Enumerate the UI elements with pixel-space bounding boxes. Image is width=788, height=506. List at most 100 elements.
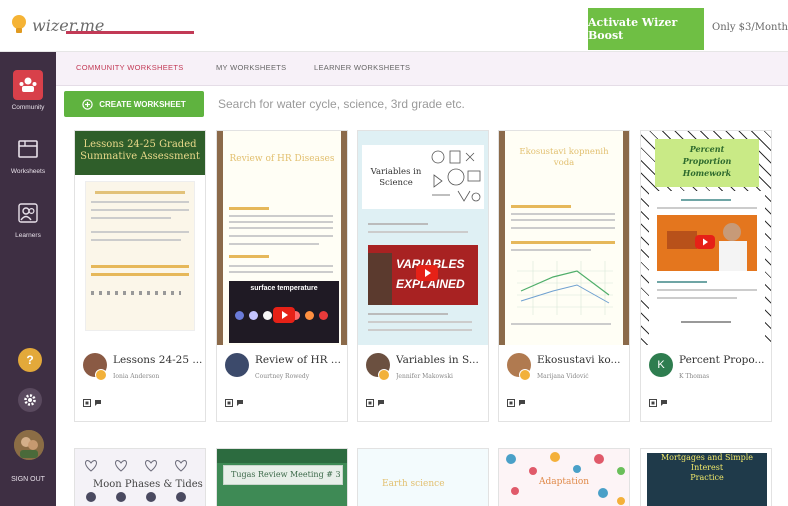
comments-icon[interactable] [95,399,103,407]
card-actions [83,399,103,407]
card-author[interactable]: Marijana Vidović [537,373,627,380]
card-title: Adaptation [539,477,590,487]
card-actions [649,399,669,407]
create-worksheet-button[interactable]: CREATE WORKSHEET [64,91,204,117]
card-author[interactable]: K Thomas [679,373,769,380]
community-icon [13,70,43,100]
plus-circle-icon [82,98,93,110]
comments-icon[interactable] [661,399,669,407]
card-actions [366,399,386,407]
card-info: Lessons 24-25 ... Ionia Anderson [75,345,205,421]
worksheet-card[interactable]: Moon Phases & Tides [74,448,206,506]
thumbnail-title-line2: Proportion [682,156,732,166]
card-title-line2: Interest [690,463,724,472]
worksheet-thumbnail[interactable]: Variables in Science VARIABLES EXPLAINED [358,131,488,345]
tab-learner-worksheets[interactable]: LEARNER WORKSHEETS [314,63,410,72]
sidebar-item-label: Community [11,104,45,111]
copy-icon[interactable] [83,399,91,407]
copy-icon[interactable] [507,399,515,407]
sidebar-item-label: Worksheets [10,168,46,175]
card-title[interactable]: Ekosustavi ko... [537,354,627,366]
worksheet-card[interactable]: Mortgages and Simple Interest Practice [640,448,772,506]
worksheet-card[interactable]: Tugas Review Meeting # 3 [216,448,348,506]
price-text: Only $3/Month! [712,22,788,33]
worksheet-card[interactable]: Adaptation [498,448,630,506]
worksheet-card[interactable]: Review of HR Diseases surface temperatur… [216,130,348,422]
play-icon[interactable] [416,265,438,281]
embedded-video[interactable] [657,215,757,271]
card-title[interactable]: Percent Propo... [679,354,769,366]
worksheets-icon [13,134,43,164]
card-title-line1: Mortgages and Simple [660,453,754,462]
card-title[interactable]: Review of HR ... [255,354,345,366]
tab-community-worksheets[interactable]: COMMUNITY WORKSHEETS [76,63,184,72]
sidebar-item-label: Learners [15,232,41,239]
worksheet-thumbnail[interactable]: Percent Proportion Homework [641,131,771,345]
author-badge-icon [378,369,390,381]
sidebar-item-community[interactable]: Community [0,70,56,111]
card-actions [507,399,527,407]
copy-icon[interactable] [225,399,233,407]
worksheet-tabs: COMMUNITY WORKSHEETS MY WORKSHEETS LEARN… [56,52,788,86]
tab-my-worksheets[interactable]: MY WORKSHEETS [216,63,286,72]
create-worksheet-label: CREATE WORKSHEET [99,99,186,109]
worksheet-card[interactable]: Earth science [357,448,489,506]
learners-icon [13,198,43,228]
worksheet-thumbnail[interactable]: Lessons 24-25 Graded Summative Assessmen… [75,131,205,345]
author-badge-icon [519,369,531,381]
help-button[interactable]: ? [18,348,42,372]
hearts-pattern-icon [85,460,187,502]
play-icon[interactable] [273,307,295,323]
comments-icon[interactable] [378,399,386,407]
sign-out-link[interactable]: SIGN OUT [0,476,56,483]
card-info: K Percent Propo... K Thomas [641,345,771,421]
gear-icon [24,394,36,406]
worksheet-thumbnail[interactable]: Review of HR Diseases surface temperatur… [217,131,347,345]
card-actions [225,399,245,407]
worksheet-card[interactable]: Lessons 24-25 Graded Summative Assessmen… [74,130,206,422]
settings-button[interactable] [18,388,42,412]
card-title: Moon Phases & Tides [91,479,205,490]
search-input[interactable] [210,91,780,117]
card-author[interactable]: Ionia Anderson [113,373,203,380]
activate-boost-button[interactable]: Activate Wizer Boost [588,8,704,50]
card-title: Tugas Review Meeting # 3 [231,470,341,479]
card-author[interactable]: Jennifer Makowski [396,373,486,380]
play-icon[interactable] [695,235,715,249]
sidebar-item-worksheets[interactable]: Worksheets [0,134,56,175]
author-avatar [225,353,249,377]
card-title[interactable]: Variables in S... [396,354,486,366]
comments-icon[interactable] [519,399,527,407]
comments-icon[interactable] [237,399,245,407]
card-title-line3: Practice [690,473,724,482]
embedded-video[interactable]: VARIABLES EXPLAINED [368,245,478,305]
worksheet-card[interactable]: Variables in Science VARIABLES EXPLAINED… [357,130,489,422]
worksheet-thumbnail[interactable]: Ekosustavi kopnenih voda [499,131,629,345]
worksheet-card[interactable]: Percent Proportion Homework K Percent Pr… [640,130,772,422]
thumbnail-title-line3: Homework [682,168,732,178]
author-badge-icon [95,369,107,381]
worksheet-card[interactable]: Ekosustavi kopnenih voda Ekosustavi ko..… [498,130,630,422]
thumbnail-title-line1: Percent [689,144,725,154]
sidebar: Community Worksheets Learners ? SIGN OUT [0,52,56,506]
card-title: Earth science [382,479,445,489]
author-avatar: K [649,353,673,377]
embedded-video[interactable]: surface temperature [229,281,339,343]
thumbnail-title: Variables in Science [370,167,422,188]
avatar-image-icon [14,430,44,460]
doodle-icon [431,150,481,202]
help-icon: ? [26,353,34,367]
card-info: Ekosustavi ko... Marijana Vidović [499,345,629,421]
card-author[interactable]: Courtney Rowedy [255,373,345,380]
card-title[interactable]: Lessons 24-25 ... [113,354,203,366]
card-info: Variables in S... Jennifer Makowski [358,345,488,421]
thumbnail-title: Lessons 24-25 Graded Summative Assessmen… [80,139,200,162]
line-chart-thumbnail [517,261,613,315]
lightbulb-icon [12,15,26,33]
sidebar-item-learners[interactable]: Learners [0,198,56,239]
thumbnail-title: Ekosustavi kopnenih voda [519,147,609,168]
video-title: surface temperature [250,285,318,292]
copy-icon[interactable] [366,399,374,407]
copy-icon[interactable] [649,399,657,407]
user-avatar[interactable] [14,430,44,460]
